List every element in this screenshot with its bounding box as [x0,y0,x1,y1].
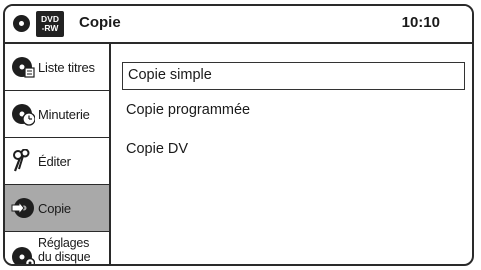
sidebar-item-disc-settings[interactable]: Réglages du disque [5,232,109,264]
sidebar-menu: Liste titres Minuterie Éditer Copie Régl… [5,44,111,264]
copy-menu-screen: DVD -RW Copie 10:10 Liste titres Minuter… [3,4,474,266]
clock-time: 10:10 [401,14,440,31]
sidebar-item-timer[interactable]: Minuterie [5,91,109,138]
option-copie-simple[interactable]: Copie simple [122,62,465,90]
copy-options-panel: Copie simple Copie programmée Copie DV [111,44,472,264]
scissors-icon [13,149,30,172]
sidebar-item-label: Copie [38,201,71,216]
label-line1: Réglages [38,236,90,250]
sidebar-item-label: Réglages du disque [38,236,91,264]
header-bar: DVD -RW Copie 10:10 [5,6,472,44]
label-line2: du disque [38,250,91,264]
option-copie-programmee[interactable]: Copie programmée [126,102,250,118]
page-title: Copie [79,14,121,31]
dvd-rw-badge: DVD -RW [36,11,64,37]
sidebar-item-edit[interactable]: Éditer [5,138,109,185]
dubbing-icon [11,198,34,218]
sidebar-item-label: Liste titres [38,60,95,75]
dvd-badge-line2: -RW [41,23,59,33]
timer-icon [12,104,35,126]
sidebar-item-copy[interactable]: Copie [5,185,109,232]
option-copie-dv[interactable]: Copie DV [126,141,188,157]
sidebar-item-label: Minuterie [38,107,90,122]
sidebar-item-title-list[interactable]: Liste titres [5,44,109,91]
disc-icon [13,15,30,32]
disc-settings-icon [12,247,35,264]
title-list-icon [12,57,35,78]
sidebar-item-label: Éditer [38,154,71,169]
